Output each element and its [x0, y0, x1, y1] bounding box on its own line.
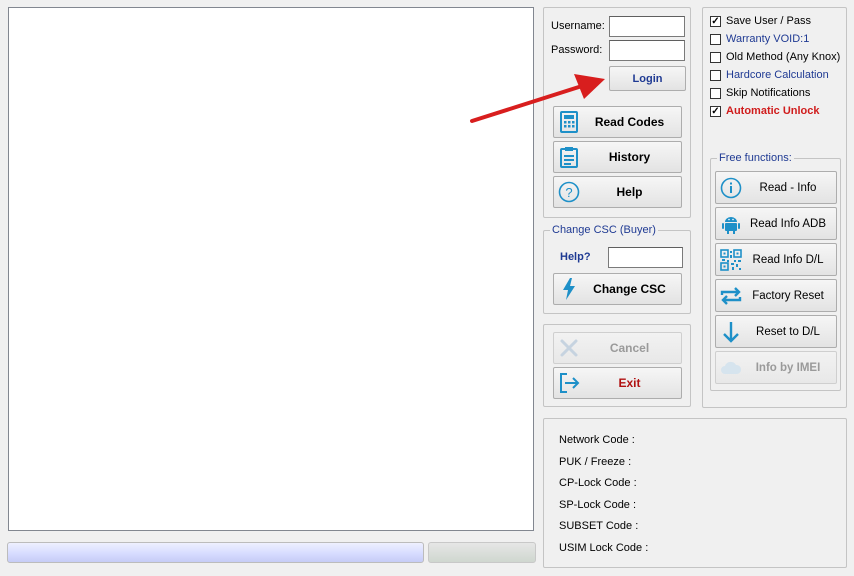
svg-text:?: ?	[565, 185, 572, 200]
password-label: Password:	[551, 44, 603, 56]
option-checkbox[interactable]: Skip Notifications	[710, 87, 810, 99]
username-field[interactable]	[609, 16, 685, 37]
checkbox-unchecked-icon[interactable]	[710, 33, 721, 45]
read-info-dl-button[interactable]: Read Info D/L	[715, 243, 837, 276]
history-label: History	[608, 150, 651, 164]
option-checkbox[interactable]: Warranty VOID:1	[710, 33, 809, 45]
read-info-adb-button[interactable]: Read Info ADB	[715, 207, 837, 240]
puk-freeze-label: PUK / Freeze :	[559, 456, 632, 468]
secondary-progress-bar	[428, 542, 536, 563]
read-info-label: Read - Info	[759, 181, 817, 194]
cancel-exit-group: Cancel Exit	[543, 324, 691, 407]
checkbox-unchecked-icon[interactable]	[710, 87, 721, 99]
csc-input[interactable]	[608, 247, 683, 268]
change-csc-group: Change CSC (Buyer) Help? Change CSC	[543, 223, 691, 314]
info-by-imei-label: Info by IMEI	[755, 361, 821, 374]
reset-to-dl-label: Reset to D/L	[756, 325, 820, 338]
cp-lock-code-label: CP-Lock Code :	[559, 477, 637, 489]
username-label: Username:	[551, 20, 605, 32]
option-label: Save User / Pass	[726, 15, 811, 27]
option-label: Skip Notifications	[726, 87, 811, 99]
factory-reset-label: Factory Reset	[752, 289, 824, 302]
free-functions-group: Free functions: Read - Info Read Info AD…	[710, 151, 841, 391]
change-csc-legend: Change CSC (Buyer)	[550, 223, 658, 237]
options-group: ✓ Save User / Pass Warranty VOID:1 Old Meth…	[702, 7, 847, 408]
info-by-imei-button[interactable]: Info by IMEI	[715, 351, 837, 384]
help-button[interactable]: ? Help	[553, 176, 682, 208]
cancel-label: Cancel	[609, 341, 650, 355]
change-csc-label: Change CSC	[593, 282, 666, 296]
question-icon: ?	[554, 181, 584, 203]
exit-label: Exit	[618, 376, 641, 390]
network-code-label: Network Code :	[559, 434, 635, 446]
option-checkbox[interactable]: Old Method (Any Knox)	[710, 51, 840, 63]
read-info-adb-label: Read Info ADB	[749, 217, 827, 230]
free-functions-legend: Free functions:	[717, 151, 794, 165]
help-label: Help	[616, 185, 643, 199]
checkbox-unchecked-icon[interactable]	[710, 69, 721, 81]
subset-code-label: SUBSET Code :	[559, 520, 639, 532]
option-label: Automatic Unlock	[726, 105, 820, 117]
sp-lock-code-label: SP-Lock Code :	[559, 499, 637, 511]
option-label: Hardcore Calculation	[726, 69, 829, 81]
login-button-label: Login	[632, 72, 663, 85]
android-icon	[716, 213, 746, 235]
cloud-icon	[716, 360, 746, 376]
codes-group: Network Code : PUK / Freeze : CP-Lock Co…	[543, 418, 847, 568]
checkbox-checked-icon[interactable]: ✓	[710, 105, 721, 117]
option-checkbox[interactable]: Hardcore Calculation	[710, 69, 829, 81]
progress-bar	[7, 542, 424, 563]
login-button[interactable]: Login	[609, 66, 686, 91]
exit-button[interactable]: Exit	[553, 367, 682, 399]
log-output-area[interactable]	[8, 7, 534, 531]
sync-arrows-icon	[716, 285, 746, 307]
reset-to-dl-button[interactable]: Reset to D/L	[715, 315, 837, 348]
info-icon	[716, 177, 746, 199]
checkbox-checked-icon[interactable]: ✓	[710, 15, 721, 27]
option-checkbox[interactable]: ✓ Save User / Pass	[710, 15, 811, 27]
arrow-down-icon	[716, 321, 746, 343]
csc-help-link[interactable]: Help?	[560, 250, 591, 264]
read-info-button[interactable]: Read - Info	[715, 171, 837, 204]
factory-reset-button[interactable]: Factory Reset	[715, 279, 837, 312]
read-info-dl-label: Read Info D/L	[752, 253, 824, 266]
lightning-icon	[554, 278, 584, 300]
qr-code-icon	[716, 248, 746, 271]
checkbox-unchecked-icon[interactable]	[710, 51, 721, 63]
change-csc-button[interactable]: Change CSC	[553, 273, 682, 305]
usim-lock-code-label: USIM Lock Code :	[559, 542, 649, 554]
history-button[interactable]: History	[553, 141, 682, 173]
option-checkbox[interactable]: ✓ Automatic Unlock	[710, 105, 820, 117]
exit-icon	[554, 372, 584, 394]
option-label: Warranty VOID:1	[726, 33, 810, 45]
password-field[interactable]	[609, 40, 685, 61]
clipboard-icon	[554, 146, 584, 168]
option-label: Old Method (Any Knox)	[726, 51, 841, 63]
annotation-arrow	[470, 74, 605, 123]
close-icon	[554, 338, 584, 358]
cancel-button[interactable]: Cancel	[553, 332, 682, 364]
